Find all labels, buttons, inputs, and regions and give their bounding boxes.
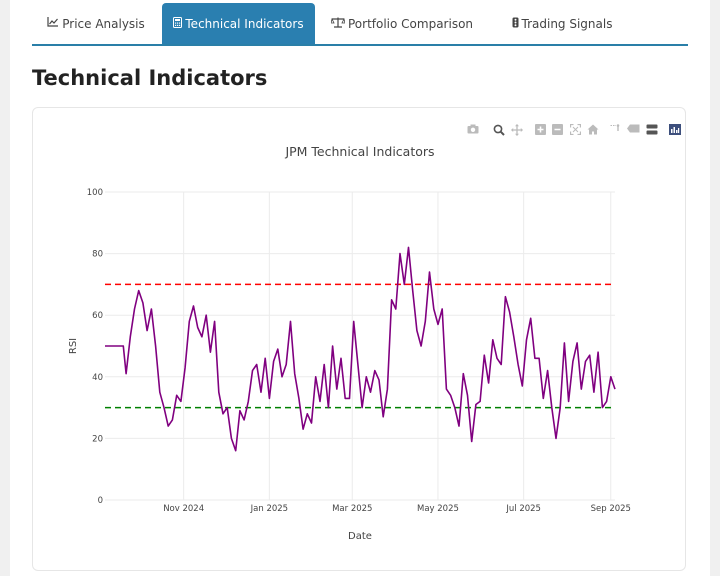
zoom-in-icon[interactable] xyxy=(534,124,547,137)
balance-scale-icon xyxy=(330,17,346,31)
pan-icon[interactable] xyxy=(510,124,523,137)
tab-price-analysis[interactable]: Price Analysis xyxy=(32,3,160,44)
traffic-light-icon xyxy=(512,17,519,31)
plotly-logo-icon[interactable] xyxy=(668,124,681,137)
page: Price Analysis Technical Indicators Port… xyxy=(10,0,710,576)
tab-label: Portfolio Comparison xyxy=(347,16,474,31)
tab-technical-indicators[interactable]: Technical Indicators xyxy=(162,3,315,44)
chart-line-icon xyxy=(47,17,59,30)
tab-label: Trading Signals xyxy=(521,16,613,31)
chart-card xyxy=(32,107,686,571)
tab-label: Price Analysis xyxy=(62,16,145,31)
page-title: Technical Indicators xyxy=(32,66,268,90)
tab-trading-signals[interactable]: Trading Signals xyxy=(494,3,630,44)
zoom-icon[interactable] xyxy=(492,124,505,137)
tab-label: Technical Indicators xyxy=(185,16,304,31)
reset-axes-icon[interactable] xyxy=(586,124,599,137)
tab-bar: Price Analysis Technical Indicators Port… xyxy=(32,3,688,46)
spike-lines-icon[interactable] xyxy=(609,124,622,137)
tab-portfolio-comparison[interactable]: Portfolio Comparison xyxy=(322,3,482,44)
hover-compare-icon[interactable] xyxy=(645,124,658,137)
calculator-icon xyxy=(173,16,183,31)
autoscale-icon[interactable] xyxy=(569,123,582,137)
camera-icon[interactable] xyxy=(466,124,479,137)
hover-closest-icon[interactable] xyxy=(627,124,640,137)
zoom-out-icon[interactable] xyxy=(551,124,564,137)
